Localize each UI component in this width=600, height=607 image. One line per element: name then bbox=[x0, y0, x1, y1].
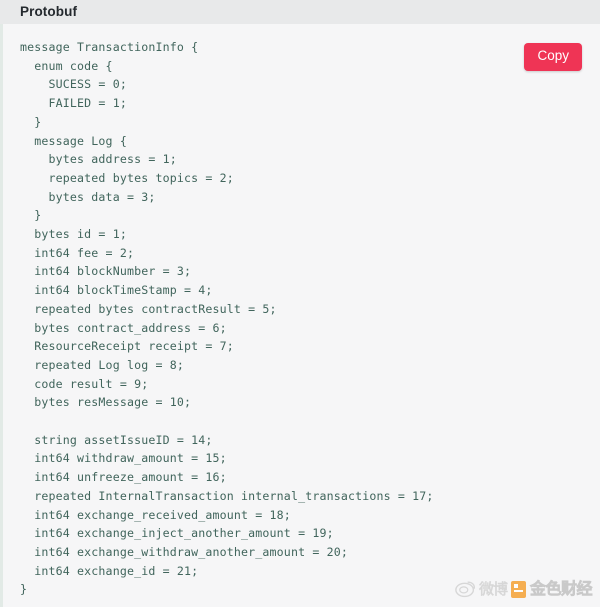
language-label: Protobuf bbox=[20, 4, 78, 20]
code-scroll-area[interactable]: message TransactionInfo { enum code { SU… bbox=[3, 24, 600, 607]
copy-button[interactable]: Copy bbox=[524, 43, 582, 71]
code-snippet-widget: Protobuf Copy message TransactionInfo { … bbox=[0, 0, 600, 607]
code-block-header: Protobuf bbox=[0, 0, 600, 24]
code-content[interactable]: message TransactionInfo { enum code { SU… bbox=[3, 38, 600, 599]
code-body: Copy message TransactionInfo { enum code… bbox=[0, 24, 600, 607]
